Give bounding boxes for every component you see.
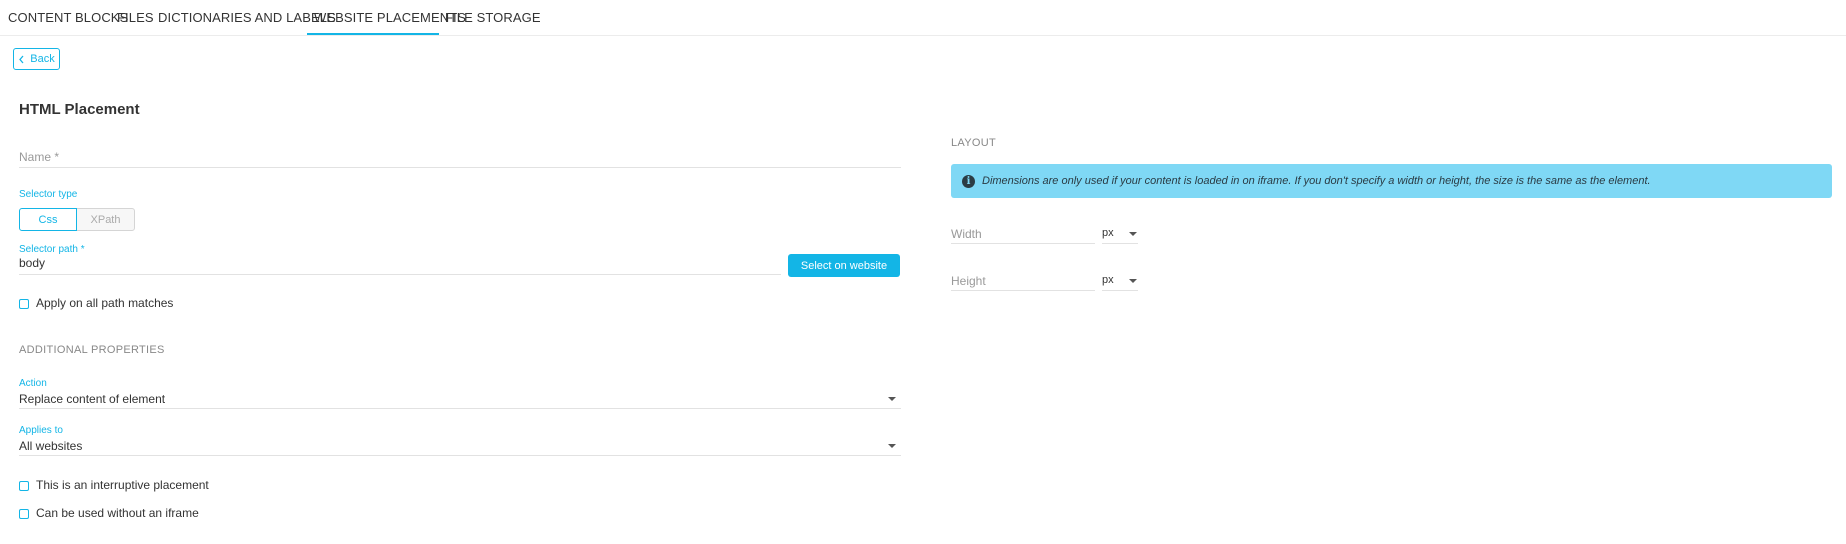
width-unit-select[interactable] — [1102, 243, 1138, 244]
apply-all-label: Apply on all path matches — [36, 296, 174, 310]
no-iframe-label: Can be used without an iframe — [36, 506, 199, 520]
action-value[interactable]: Replace content of element — [19, 392, 165, 406]
selector-type-css[interactable]: Css — [19, 208, 77, 231]
chevron-down-icon[interactable] — [888, 397, 896, 401]
height-unit[interactable]: px — [1102, 274, 1114, 286]
additional-properties-heading: ADDITIONAL PROPERTIES — [19, 344, 165, 356]
no-iframe-checkbox[interactable] — [19, 509, 29, 519]
tab-file-storage[interactable]: FILE STORAGE — [445, 10, 541, 25]
interruptive-checkbox[interactable] — [19, 481, 29, 491]
back-button[interactable]: Back — [13, 48, 60, 70]
action-label: Action — [19, 378, 47, 389]
info-icon: i — [962, 174, 975, 188]
width-unit[interactable]: px — [1102, 227, 1114, 239]
applies-to-value[interactable]: All websites — [19, 439, 82, 453]
selector-path-label: Selector path * — [19, 244, 85, 255]
tab-files[interactable]: FILES — [117, 10, 154, 25]
tab-dictionaries-and-labels[interactable]: DICTIONARIES AND LABELS — [158, 10, 336, 25]
tab-content-blocks[interactable]: CONTENT BLOCKS — [8, 10, 128, 25]
layout-heading: LAYOUT — [951, 137, 996, 149]
selector-type-xpath[interactable]: XPath — [76, 208, 135, 231]
active-tab-indicator — [307, 33, 439, 35]
page-title: HTML Placement — [19, 101, 140, 118]
interruptive-label: This is an interruptive placement — [36, 478, 209, 492]
applies-to-select[interactable] — [19, 455, 901, 456]
chevron-left-icon — [19, 55, 24, 63]
top-tab-bar: CONTENT BLOCKS FILES DICTIONARIES AND LA… — [0, 0, 1846, 36]
name-label: Name * — [19, 150, 60, 164]
tab-website-placements[interactable]: WEBSITE PLACEMENTS — [314, 10, 466, 25]
height-unit-select[interactable] — [1102, 290, 1138, 291]
chevron-down-icon[interactable] — [1129, 279, 1137, 283]
back-button-label: Back — [30, 53, 55, 65]
action-select[interactable] — [19, 408, 901, 409]
info-text: Dimensions are only used if your content… — [982, 175, 1651, 187]
selector-path-input[interactable] — [19, 274, 781, 275]
height-label: Height — [951, 274, 986, 288]
chevron-down-icon[interactable] — [1129, 232, 1137, 236]
apply-all-checkbox[interactable] — [19, 299, 29, 309]
name-input[interactable] — [19, 167, 901, 168]
select-on-website-button[interactable]: Select on website — [788, 254, 900, 277]
selector-path-value: body — [19, 256, 46, 270]
selector-type-label: Selector type — [19, 189, 78, 200]
chevron-down-icon[interactable] — [888, 444, 896, 448]
width-input[interactable] — [951, 243, 1095, 244]
info-banner: i Dimensions are only used if your conte… — [951, 164, 1832, 198]
applies-to-label: Applies to — [19, 425, 63, 436]
height-input[interactable] — [951, 290, 1095, 291]
width-label: Width — [951, 227, 982, 241]
